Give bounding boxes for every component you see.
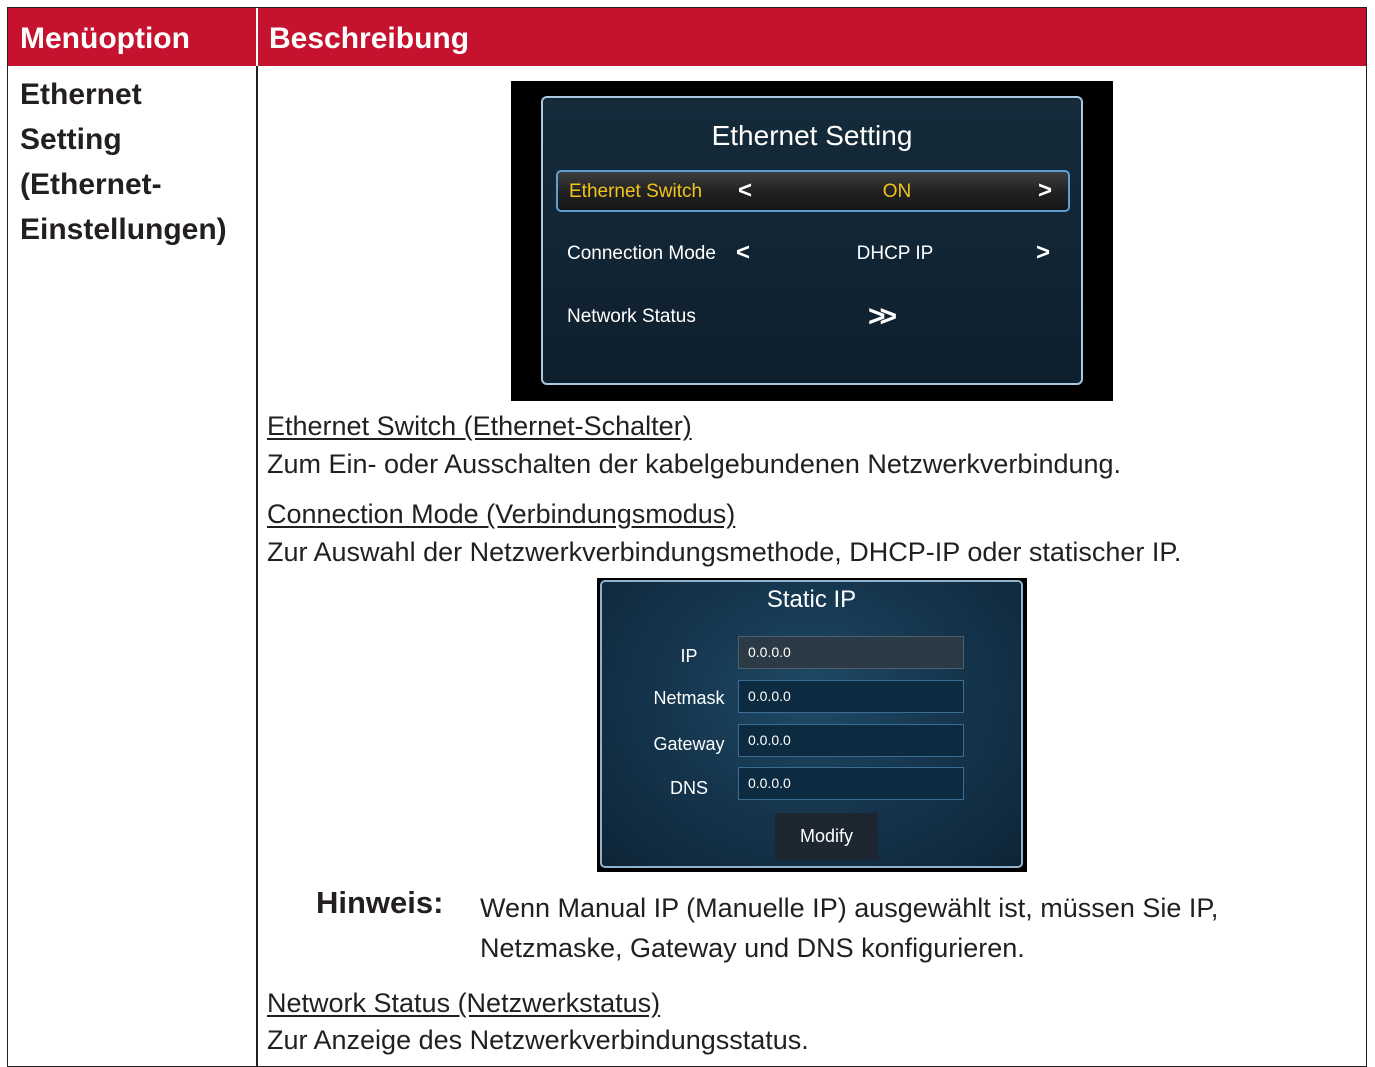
gateway-field[interactable]: 0.0.0.0 [738, 724, 964, 757]
note-text: Wenn Manual IP (Manuelle IP) ausgewählt … [480, 893, 1219, 963]
ethernet-switch-label: Ethernet Switch [569, 181, 703, 202]
static-ip-screenshot: Static IP IP 0.0.0.0 Netmask 0.0.0.0 Gat… [597, 578, 1027, 872]
table-header: Menüoption Beschreibung [8, 8, 1366, 66]
note-label: Hinweis: [316, 885, 444, 920]
network-status-label: Network Status [567, 306, 696, 327]
ip-label: IP [680, 646, 698, 666]
gateway-label: Gateway [653, 734, 725, 754]
netmask-label: Netmask [653, 688, 725, 708]
dns-field[interactable]: 0.0.0.0 [738, 767, 964, 800]
menu-option-line: Einstellungen) [20, 213, 227, 246]
chevron-right-icon[interactable]: > [1036, 239, 1050, 267]
ethernet-setting-dialog: Ethernet Setting Ethernet Switch < ON > … [541, 96, 1083, 385]
double-chevron-right-icon[interactable]: >> [868, 300, 897, 334]
header-menu-option: Menüoption [20, 22, 190, 55]
menu-option-line: Ethernet [20, 78, 142, 111]
ethernet-setting-title: Ethernet Setting [711, 120, 913, 151]
dns-label: DNS [669, 778, 708, 798]
static-ip-title: Static IP [766, 586, 857, 613]
connection-mode-row[interactable]: Connection Mode < DHCP IP > [556, 234, 1070, 276]
ethernet-switch-value: ON [882, 181, 912, 202]
modify-button[interactable]: Modify [775, 813, 878, 860]
header-description: Beschreibung [269, 22, 470, 55]
connection-mode-value: DHCP IP [856, 243, 934, 264]
chevron-left-icon[interactable]: < [736, 239, 750, 267]
menu-option-cell: Ethernet Setting (Ethernet- Einstellunge… [20, 72, 245, 252]
column-divider [256, 8, 258, 1066]
connection-mode-description: Zur Auswahl der Netzwerkverbindungsmetho… [267, 537, 1182, 567]
ethernet-switch-description: Zum Ein- oder Ausschalten der kabelgebun… [267, 449, 1122, 479]
network-status-description: Zur Anzeige des Netzwerkverbindungsstatu… [267, 1025, 809, 1055]
chevron-right-icon[interactable]: > [1038, 177, 1052, 205]
connection-mode-heading: Connection Mode (Verbindungsmodus) [267, 499, 736, 529]
connection-mode-label: Connection Mode [567, 243, 716, 264]
chevron-left-icon[interactable]: < [738, 177, 752, 205]
netmask-field[interactable]: 0.0.0.0 [738, 680, 964, 713]
network-status-heading: Network Status (Netzwerkstatus) [267, 988, 661, 1018]
ethernet-setting-screenshot: Ethernet Setting Ethernet Switch < ON > … [511, 81, 1113, 401]
ethernet-switch-heading: Ethernet Switch (Ethernet-Schalter) [267, 411, 692, 441]
ethernet-switch-row[interactable]: Ethernet Switch < ON > [556, 170, 1070, 212]
ip-field[interactable]: 0.0.0.0 [738, 636, 964, 669]
static-ip-dialog: Static IP IP 0.0.0.0 Netmask 0.0.0.0 Gat… [600, 580, 1023, 868]
menu-option-line: Setting [20, 123, 122, 156]
header-column-divider [256, 8, 258, 66]
network-status-row[interactable]: Network Status >> [556, 297, 1070, 339]
menu-option-line: (Ethernet- [20, 168, 162, 201]
